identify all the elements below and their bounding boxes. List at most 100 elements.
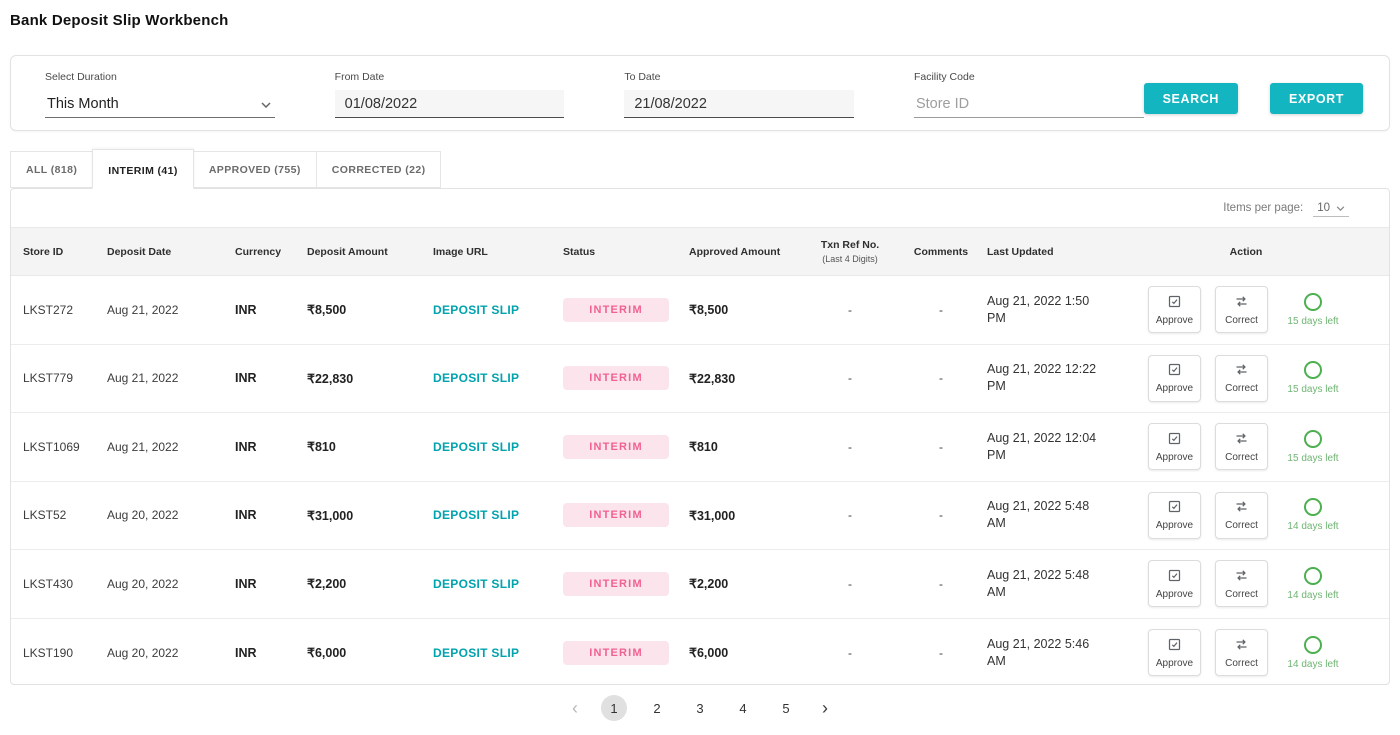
facility-code-input[interactable] <box>913 90 1144 118</box>
next-page-icon[interactable]: › <box>812 695 838 721</box>
deposit-slip-link[interactable]: DEPOSIT SLIP <box>433 508 519 522</box>
comments-cell: - <box>939 508 943 523</box>
deposit-slip-link[interactable]: DEPOSIT SLIP <box>433 646 519 660</box>
store-id-cell: LKST190 <box>23 645 74 660</box>
deposit-amount-cell: ₹8,500 <box>307 303 347 318</box>
approved-amount-cell: ₹31,000 <box>689 508 736 523</box>
swap-arrows-icon <box>1234 294 1249 312</box>
header-currency: Currency <box>235 245 282 258</box>
last-updated-cell: Aug 21, 2022 5:48 AM <box>987 567 1090 599</box>
duration-field: Select Duration This Month <box>45 71 275 118</box>
approve-checkbox-icon <box>1167 568 1182 586</box>
header-status: Status <box>563 245 596 258</box>
status-badge: INTERIM <box>563 503 669 528</box>
header-comments: Comments <box>913 245 969 258</box>
deposit-slip-link[interactable]: DEPOSIT SLIP <box>433 303 519 317</box>
header-txn-ref-subtext: (Last 4 Digits) <box>822 254 878 264</box>
to-date-field: To Date <box>624 71 854 118</box>
export-button[interactable]: EXPORT <box>1270 83 1364 114</box>
search-button[interactable]: SEARCH <box>1143 83 1239 114</box>
approve-button[interactable]: Approve <box>1148 629 1201 677</box>
approved-amount-cell: ₹8,500 <box>689 303 729 318</box>
tab-interim[interactable]: INTERIM (41) <box>92 149 194 189</box>
correct-button[interactable]: Correct <box>1215 354 1268 402</box>
progress-ring-icon <box>1304 498 1322 517</box>
status-badge: INTERIM <box>563 640 669 665</box>
from-date-field: From Date <box>334 71 565 118</box>
swap-arrows-icon <box>1234 637 1249 655</box>
last-updated-cell: Aug 21, 2022 5:48 AM <box>987 499 1090 531</box>
deposit-amount-cell: ₹6,000 <box>307 646 347 661</box>
deposit-slip-link[interactable]: DEPOSIT SLIP <box>433 577 519 591</box>
txn-ref-cell: - <box>848 371 852 386</box>
deposit-date-cell: Aug 20, 2022 <box>107 508 179 523</box>
action-cell: Approve Correct 15 days left <box>1115 423 1377 471</box>
table-row: LKST272 Aug 21, 2022 INR ₹8,500 DEPOSIT … <box>11 276 1389 345</box>
days-left-label: 15 days left <box>1287 452 1339 464</box>
last-updated-cell: Aug 21, 2022 1:50 PM <box>987 293 1090 325</box>
to-date-input[interactable] <box>624 90 854 118</box>
approve-checkbox-icon <box>1167 637 1182 655</box>
correct-button[interactable]: Correct <box>1215 286 1268 334</box>
deposit-amount-cell: ₹31,000 <box>307 508 354 523</box>
txn-ref-cell: - <box>848 645 852 660</box>
status-tabs: ALL (818) INTERIM (41) APPROVED (755) CO… <box>10 149 1390 189</box>
page-button-5[interactable]: 5 <box>773 695 799 721</box>
approve-button[interactable]: Approve <box>1148 560 1201 608</box>
page-button-4[interactable]: 4 <box>730 695 756 721</box>
table-row: LKST430 Aug 20, 2022 INR ₹2,200 DEPOSIT … <box>11 550 1389 619</box>
header-txn-ref: Txn Ref No. (Last 4 Digits) <box>805 239 895 264</box>
last-updated-cell: Aug 21, 2022 12:04 PM <box>987 430 1097 462</box>
page-button-2[interactable]: 2 <box>644 695 670 721</box>
comments-cell: - <box>939 645 943 660</box>
items-per-page-select[interactable]: 10 <box>1313 200 1349 217</box>
filter-buttons: SEARCH EXPORT <box>1143 83 1364 114</box>
days-left-label: 15 days left <box>1287 384 1339 396</box>
items-per-page-row: Items per page: 10 <box>11 189 1389 227</box>
approve-checkbox-icon <box>1167 294 1182 312</box>
swap-arrows-icon <box>1234 499 1249 517</box>
filter-card: Select Duration This Month From Date To … <box>10 55 1390 131</box>
swap-arrows-icon <box>1234 431 1249 449</box>
progress-ring-icon <box>1304 429 1322 448</box>
approve-button[interactable]: Approve <box>1148 491 1201 539</box>
deposit-slip-link[interactable]: DEPOSIT SLIP <box>433 371 519 385</box>
page-button-3[interactable]: 3 <box>687 695 713 721</box>
days-left-label: 14 days left <box>1287 521 1339 533</box>
store-id-cell: LKST1069 <box>23 439 80 454</box>
correct-button[interactable]: Correct <box>1215 423 1268 471</box>
days-left-indicator: 15 days left <box>1282 429 1344 464</box>
results-table-card: Items per page: 10 Store ID Deposit Date… <box>10 188 1390 685</box>
days-left-indicator: 14 days left <box>1282 566 1344 601</box>
to-date-label: To Date <box>624 71 661 83</box>
approve-button[interactable]: Approve <box>1148 354 1201 402</box>
days-left-indicator: 14 days left <box>1282 635 1344 670</box>
tab-all[interactable]: ALL (818) <box>10 151 94 188</box>
facility-code-label: Facility Code <box>913 71 975 83</box>
days-left-label: 14 days left <box>1287 658 1339 670</box>
correct-button[interactable]: Correct <box>1215 560 1268 608</box>
prev-page-icon[interactable]: ‹ <box>562 695 588 721</box>
currency-cell: INR <box>235 371 257 386</box>
table-row: LKST779 Aug 21, 2022 INR ₹22,830 DEPOSIT… <box>11 345 1389 413</box>
approve-button[interactable]: Approve <box>1148 423 1201 471</box>
status-badge: INTERIM <box>563 434 669 459</box>
chevron-down-icon <box>261 96 271 112</box>
tab-approved[interactable]: APPROVED (755) <box>192 151 317 188</box>
store-id-cell: LKST779 <box>23 371 74 386</box>
header-last-updated: Last Updated <box>987 245 1054 258</box>
from-date-input[interactable] <box>334 90 565 118</box>
table-row: LKST1069 Aug 21, 2022 INR ₹810 DEPOSIT S… <box>11 413 1389 482</box>
approve-button[interactable]: Approve <box>1148 286 1201 334</box>
currency-cell: INR <box>235 508 257 523</box>
page-button-1[interactable]: 1 <box>601 695 627 721</box>
approved-amount-cell: ₹6,000 <box>689 646 729 661</box>
tab-corrected[interactable]: CORRECTED (22) <box>315 151 442 188</box>
txn-ref-cell: - <box>848 508 852 523</box>
table-header-row: Store ID Deposit Date Currency Deposit A… <box>11 227 1389 276</box>
correct-button[interactable]: Correct <box>1215 491 1268 539</box>
correct-button[interactable]: Correct <box>1215 629 1268 677</box>
deposit-slip-link[interactable]: DEPOSIT SLIP <box>433 440 519 454</box>
days-left-indicator: 15 days left <box>1282 361 1344 395</box>
duration-select[interactable]: This Month <box>45 90 275 118</box>
